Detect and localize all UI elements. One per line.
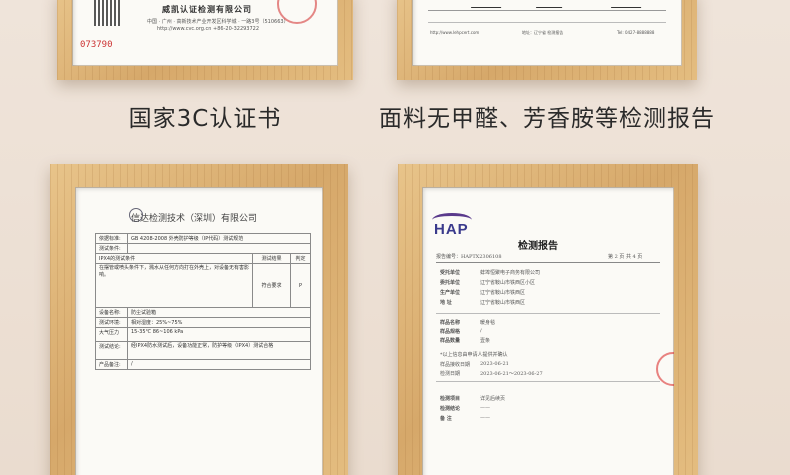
- remark-value: ——: [480, 415, 490, 421]
- caption-fabric-test-report: 面料无甲醛、芳香胺等检测报告: [379, 106, 715, 132]
- test-items-value: 详见后续页: [480, 396, 506, 402]
- report-number: 报告编号：HAPTX2306108: [436, 254, 502, 260]
- report-footer-right: Tel: 0427-8888888: [617, 30, 655, 35]
- info-row-label: 生产单位: [440, 290, 461, 296]
- cert-org-name: 威凯认证检测有限公司: [162, 5, 252, 14]
- test-items-label: 检测项目: [440, 396, 461, 402]
- test-date-value: 2023-06-21～2023-06-27: [480, 371, 543, 377]
- equipment-value: 防尘试验箱: [127, 307, 311, 318]
- signature: [535, 2, 565, 8]
- report-title: 检测报告: [518, 241, 558, 252]
- info-row-value: 辽宁省鞍山市铁西区小区: [480, 280, 536, 286]
- caption-3c-certificate: 国家3C认证书: [128, 106, 282, 132]
- conditions-label: 测试条件:: [95, 243, 128, 254]
- fabric-report-preview: http://www.lehpcert.com 地址：辽宁省 检测报告 Tel:…: [412, 0, 682, 66]
- cert-serial: 073790: [80, 40, 113, 50]
- info-row-label: 样品数量: [440, 338, 461, 344]
- receive-date-value: 2023-06-21: [480, 361, 509, 367]
- report-footer-mid: 地址：辽宁省 检测报告: [522, 30, 564, 35]
- info-row: 受托单位 蚌埠恒聚电子商务有限公司: [440, 269, 660, 279]
- certificate-3c-preview: 威凯认证检测有限公司 中国 · 广州 · 高新技术产业开发区科学城 · 一路3号…: [72, 0, 338, 66]
- hap-test-report: HAP 检测报告 报告编号：HAPTX2306108 第 2 页 共 4 页 受…: [422, 187, 674, 475]
- cert-contact: http://www.cvc.org.cn +86-20-32293722: [157, 26, 260, 32]
- info-row-label: 样品名称: [440, 320, 461, 326]
- verdict-value: P: [290, 263, 311, 308]
- info-row-value: 暖身毯: [480, 320, 496, 326]
- info-row: 委托单位 辽宁省鞍山市铁西区小区: [440, 279, 660, 289]
- col-result: 测试结果: [252, 253, 291, 264]
- info-note: *以上信息由申请人提供并确认: [440, 352, 508, 358]
- qr-code: [94, 0, 120, 26]
- remark-label: 备 注: [440, 416, 452, 422]
- sample-info-list: 样品名称 暖身毯样品规格 / 样品数量 壹条: [440, 319, 660, 346]
- receive-date-label: 样品接收日期: [440, 362, 471, 368]
- notes-value: /: [127, 359, 311, 370]
- info-row: 地 址 辽宁省鞍山市铁西区: [440, 299, 660, 309]
- info-row: 样品名称 暖身毯: [440, 319, 660, 328]
- test-date-label: 检测日期: [440, 371, 461, 377]
- frame-top-left: 威凯认证检测有限公司 中国 · 广州 · 高新技术产业开发区科学城 · 一路3号…: [57, 0, 353, 80]
- col-verdict: 判定: [290, 253, 311, 264]
- report-company-name: 信达检测技术（深圳）有限公司: [131, 214, 258, 224]
- test-result-label: 检测结论: [440, 406, 461, 412]
- equipment-label: 设备名称:: [95, 307, 128, 318]
- hap-logo-arc: [432, 213, 472, 227]
- condition-text: 在摆管或喷头条件下，溅水从任何方向打在外壳上，对设备无有害影响。: [95, 263, 253, 308]
- ipx4-test-report: 信达检测技术（深圳）有限公司 依据标准: GB 4208-2008 外壳防护等级…: [75, 187, 323, 475]
- info-row-value: 辽宁省鞍山市铁西区: [480, 290, 526, 296]
- report-footer-left: http://www.lehpcert.com: [430, 30, 480, 35]
- info-row-label: 地 址: [440, 300, 452, 306]
- frame-bottom-left: 信达检测技术（深圳）有限公司 依据标准: GB 4208-2008 外壳防护等级…: [50, 164, 348, 475]
- test-result-value: ——: [480, 405, 490, 411]
- conclusion-label: 测试结论:: [95, 341, 128, 360]
- info-row-value: /: [480, 328, 482, 334]
- signature: [610, 2, 644, 8]
- pressure-value: 15-35℃ 86~106 kPa: [127, 327, 311, 342]
- info-row-value: 壹条: [480, 338, 491, 344]
- notes-label: 产品备注:: [95, 359, 128, 370]
- info-row-label: 委托单位: [440, 280, 461, 286]
- report-table: 依据标准: GB 4208-2008 外壳防护等级（IP代码）测试规范 测试条件…: [95, 233, 311, 370]
- standard-value: GB 4208-2008 外壳防护等级（IP代码）测试规范: [127, 233, 311, 244]
- signature: [470, 2, 504, 8]
- info-row-value: 蚌埠恒聚电子商务有限公司: [480, 270, 541, 276]
- cert-address: 中国 · 广州 · 高新技术产业开发区科学城 · 一路3号（510663）: [147, 19, 289, 25]
- info-row-label: 受托单位: [440, 270, 461, 276]
- section-title: IPX4的测试条件: [95, 253, 253, 264]
- page-info: 第 2 页 共 4 页: [608, 254, 643, 260]
- standard-label: 依据标准:: [95, 233, 128, 244]
- frame-bottom-right: HAP 检测报告 报告编号：HAPTX2306108 第 2 页 共 4 页 受…: [398, 164, 698, 475]
- frame-top-right: http://www.lehpcert.com 地址：辽宁省 检测报告 Tel:…: [397, 0, 697, 80]
- conclusion-value: 经IPX4防水测试后，设备功能正常，防护等级（IPX4）测试合格: [127, 341, 311, 360]
- env-value: 相对湿度：25%~75%: [127, 317, 311, 328]
- info-row: 样品数量 壹条: [440, 337, 660, 346]
- info-row-label: 样品规格: [440, 329, 461, 335]
- result-value: 符合要求: [252, 263, 291, 308]
- info-row-value: 辽宁省鞍山市铁西区: [480, 300, 526, 306]
- info-row: 样品规格 /: [440, 328, 660, 337]
- pressure-label: 大气压力: [95, 327, 128, 342]
- info-row: 生产单位 辽宁省鞍山市铁西区: [440, 289, 660, 299]
- client-info-list: 受托单位 蚌埠恒聚电子商务有限公司 委托单位 辽宁省鞍山市铁西区小区 生产单位 辽宁省鞍山…: [440, 269, 660, 309]
- env-label: 测试环境:: [95, 317, 128, 328]
